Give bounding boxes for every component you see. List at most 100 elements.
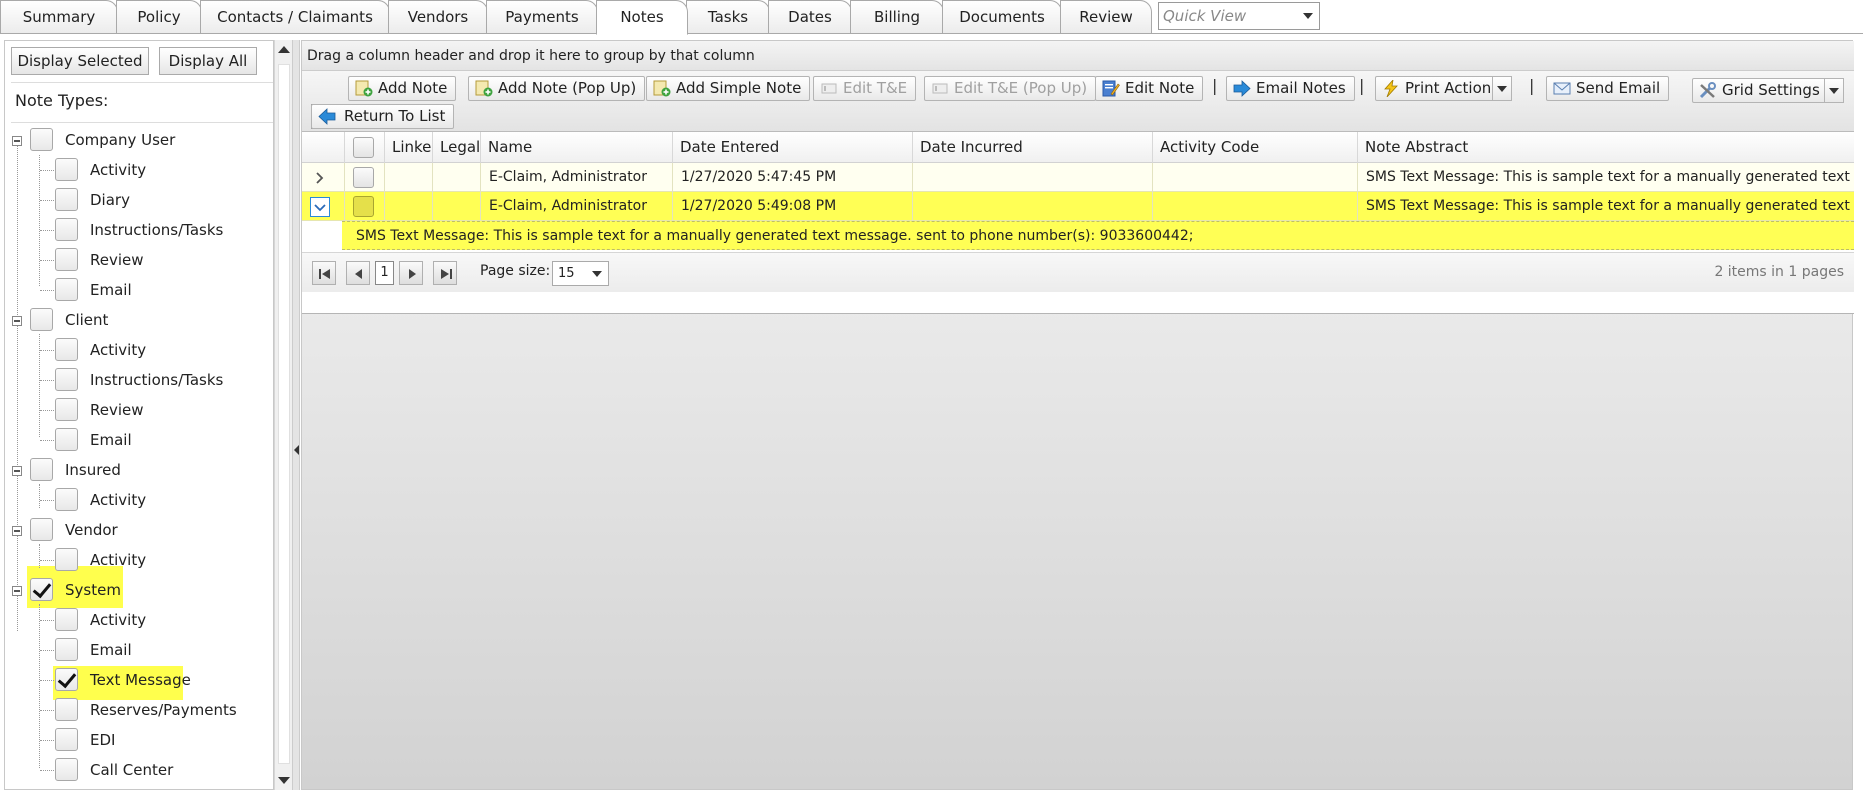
client-checkbox[interactable]	[30, 308, 53, 331]
tree-node-system-edi[interactable]: EDI	[5, 728, 265, 754]
tab-policy[interactable]: Policy	[116, 0, 202, 33]
vendor-checkbox[interactable]	[30, 518, 53, 541]
review-checkbox[interactable]	[55, 398, 78, 421]
call-center-checkbox[interactable]	[55, 758, 78, 781]
first-page-button[interactable]	[312, 261, 336, 285]
tree-node-client[interactable]: Client	[5, 308, 265, 334]
collapse-icon[interactable]	[12, 316, 22, 326]
tree-node-system-activity[interactable]: Activity	[5, 608, 265, 634]
diary-checkbox[interactable]	[55, 188, 78, 211]
next-page-button[interactable]	[399, 261, 423, 285]
select-all-checkbox[interactable]	[353, 137, 374, 158]
company-user-checkbox[interactable]	[30, 128, 53, 151]
tab-contacts-claimants[interactable]: Contacts / Claimants	[200, 0, 390, 33]
chevron-down-icon[interactable]	[310, 197, 330, 217]
grid-settings-button[interactable]: Grid Settings	[1692, 78, 1829, 103]
edit-te-popup-button[interactable]: Edit T&E (Pop Up)	[924, 76, 1097, 101]
print-action-button[interactable]: Print Action	[1375, 76, 1501, 101]
tab-vendors[interactable]: Vendors	[388, 0, 488, 33]
tree-node-company-user-email[interactable]: Email	[5, 278, 265, 304]
tab-tasks[interactable]: Tasks	[686, 0, 770, 33]
column-header-note-abstract[interactable]: Note Abstract	[1357, 132, 1854, 163]
column-header-date-incurred[interactable]: Date Incurred	[912, 132, 1152, 163]
current-page-number[interactable]: 1	[375, 261, 394, 285]
tree-node-client-activity[interactable]: Activity	[5, 338, 265, 364]
edi-checkbox[interactable]	[55, 728, 78, 751]
email-checkbox[interactable]	[55, 638, 78, 661]
group-by-drop-zone[interactable]: Drag a column header and drop it here to…	[302, 41, 1854, 71]
system-checkbox[interactable]	[30, 578, 53, 601]
reserves-payments-checkbox[interactable]	[55, 698, 78, 721]
return-to-list-button[interactable]: Return To List	[311, 104, 455, 129]
instructions-tasks-checkbox[interactable]	[55, 368, 78, 391]
tree-node-company-user-review[interactable]: Review	[5, 248, 265, 274]
add-note-popup-button[interactable]: Add Note (Pop Up)	[468, 76, 646, 101]
collapse-icon[interactable]	[12, 586, 22, 596]
table-row-selected[interactable]: E-Claim, Administrator 1/27/2020 5:49:08…	[302, 192, 1854, 221]
print-action-dropdown[interactable]	[1492, 76, 1512, 101]
column-header-legal[interactable]: Legal	[432, 132, 480, 163]
tree-node-company-user[interactable]: Company User	[5, 128, 265, 154]
edit-te-button[interactable]: Edit T&E	[813, 76, 917, 101]
add-note-button[interactable]: Add Note	[348, 76, 457, 101]
email-checkbox[interactable]	[55, 428, 78, 451]
tab-dates[interactable]: Dates	[768, 0, 852, 33]
email-notes-button[interactable]: Email Notes	[1226, 76, 1355, 101]
send-email-button[interactable]: Send Email	[1546, 76, 1670, 101]
quick-view-input[interactable]	[1159, 3, 1295, 29]
table-row[interactable]: E-Claim, Administrator 1/27/2020 5:47:45…	[302, 163, 1854, 192]
review-checkbox[interactable]	[55, 248, 78, 271]
tree-node-system[interactable]: System	[5, 578, 265, 604]
tree-node-insured-activity[interactable]: Activity	[5, 488, 265, 514]
add-simple-note-button[interactable]: Add Simple Note	[646, 76, 811, 101]
row-checkbox[interactable]	[353, 167, 374, 188]
column-header-activity-code[interactable]: Activity Code	[1152, 132, 1357, 163]
tree-node-system-call-center[interactable]: Call Center	[5, 758, 265, 784]
display-selected-button[interactable]: Display Selected	[11, 47, 149, 75]
tree-node-system-text-message[interactable]: Text Message	[5, 668, 265, 694]
scroll-up-icon[interactable]	[278, 46, 290, 53]
tree-node-system-email[interactable]: Email	[5, 638, 265, 664]
text-message-checkbox[interactable]	[55, 668, 78, 691]
grid-settings-dropdown[interactable]	[1824, 78, 1844, 103]
tab-payments[interactable]: Payments	[486, 0, 598, 33]
tab-notes[interactable]: Notes	[596, 0, 688, 35]
left-panel-scrollbar[interactable]	[274, 40, 292, 790]
activity-checkbox[interactable]	[55, 158, 78, 181]
collapse-icon[interactable]	[12, 136, 22, 146]
tree-node-company-user-activity[interactable]: Activity	[5, 158, 265, 184]
scroll-down-icon[interactable]	[278, 777, 290, 784]
tab-summary[interactable]: Summary	[0, 0, 118, 33]
collapse-icon[interactable]	[12, 526, 22, 536]
tab-billing[interactable]: Billing	[850, 0, 944, 33]
tree-node-insured[interactable]: Insured	[5, 458, 265, 484]
chevron-right-icon[interactable]	[310, 168, 330, 188]
tree-node-client-email[interactable]: Email	[5, 428, 265, 454]
previous-page-button[interactable]	[346, 261, 370, 285]
column-header-linked[interactable]: Linked	[384, 132, 432, 163]
activity-checkbox[interactable]	[55, 608, 78, 631]
page-size-select[interactable]: 15	[552, 261, 609, 286]
collapse-icon[interactable]	[12, 466, 22, 476]
last-page-button[interactable]	[433, 261, 457, 285]
row-checkbox[interactable]	[353, 196, 374, 217]
tab-documents[interactable]: Documents	[942, 0, 1062, 33]
scroll-thumb[interactable]	[278, 64, 290, 764]
activity-checkbox[interactable]	[55, 488, 78, 511]
tree-node-vendor-activity[interactable]: Activity	[5, 548, 265, 574]
panel-splitter[interactable]	[292, 40, 300, 790]
activity-checkbox[interactable]	[55, 548, 78, 571]
activity-checkbox[interactable]	[55, 338, 78, 361]
tree-node-system-reserves-payments[interactable]: Reserves/Payments	[5, 698, 265, 724]
tree-node-company-user-diary[interactable]: Diary	[5, 188, 265, 214]
display-all-button[interactable]: Display All	[159, 47, 257, 75]
chevron-down-icon[interactable]	[1303, 13, 1313, 19]
tree-node-client-review[interactable]: Review	[5, 398, 265, 424]
insured-checkbox[interactable]	[30, 458, 53, 481]
edit-note-button[interactable]: Edit Note	[1095, 76, 1204, 101]
column-header-date-entered[interactable]: Date Entered	[672, 132, 912, 163]
email-checkbox[interactable]	[55, 278, 78, 301]
instructions-tasks-checkbox[interactable]	[55, 218, 78, 241]
tree-node-company-user-instructions[interactable]: Instructions/Tasks	[5, 218, 265, 244]
collapse-left-icon[interactable]	[294, 445, 299, 455]
